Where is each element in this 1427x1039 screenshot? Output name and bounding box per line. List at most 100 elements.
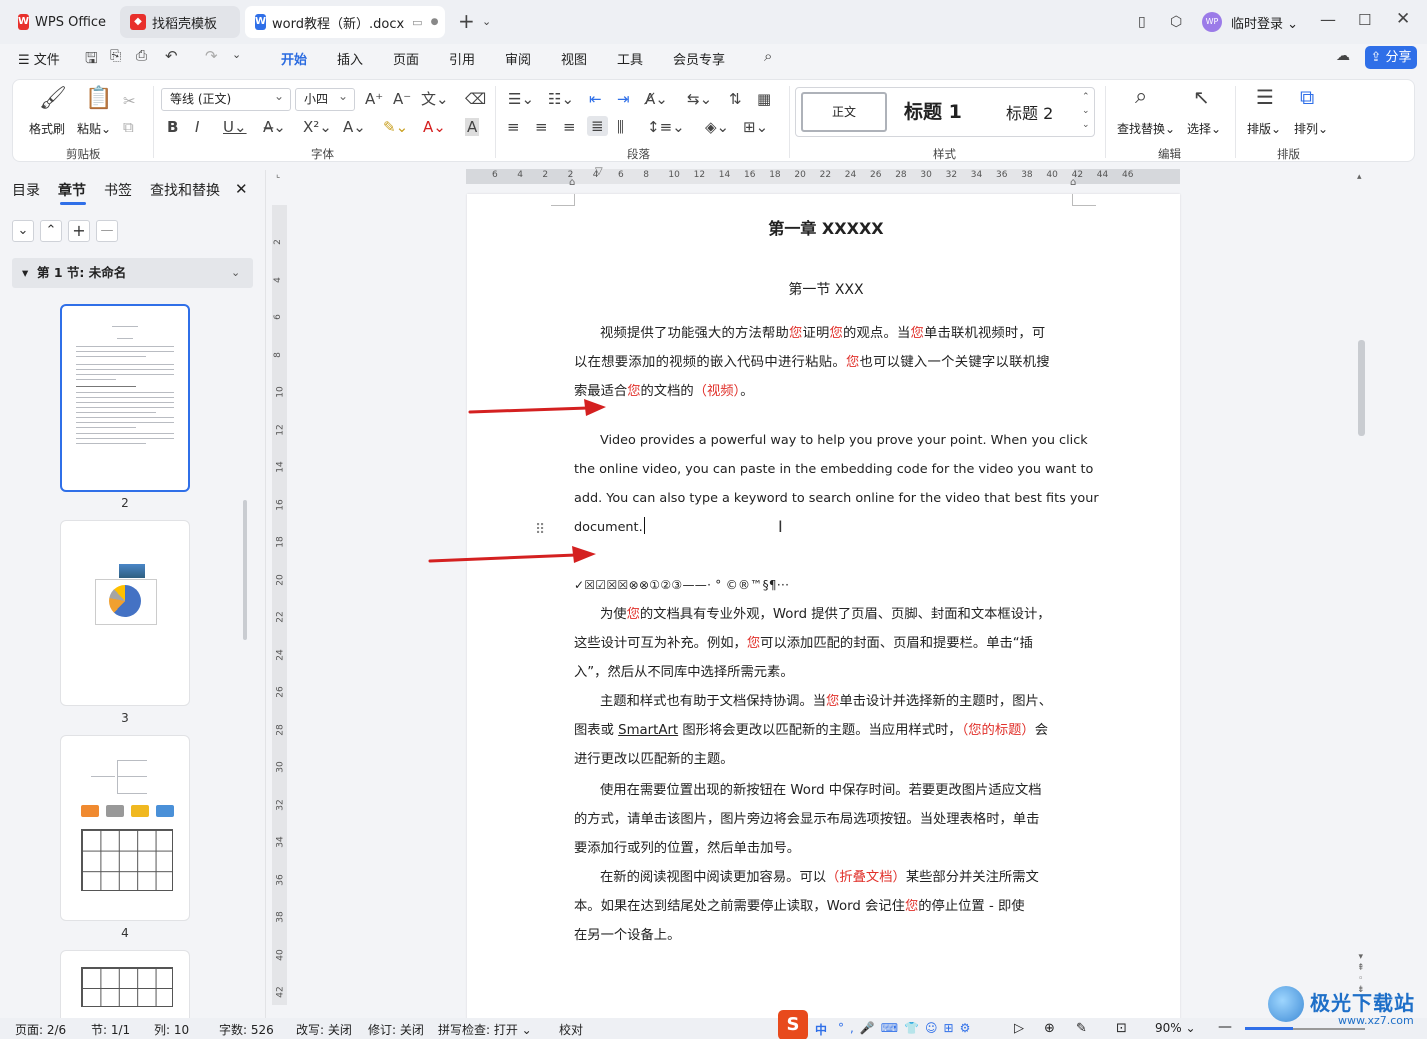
copy-icon[interactable]: ⧉ [123, 118, 134, 136]
tab-toc[interactable]: 目录 [12, 180, 40, 200]
numbered-list-icon[interactable]: ☷⌄ [548, 90, 574, 108]
paragraph-video-cn[interactable]: 视频提供了功能强大的方法帮助您证明您的观点。当您单击联机视频时，可 以在想要添加… [574, 319, 1078, 406]
format-painter-button[interactable]: 格式刷 [29, 120, 65, 137]
section-chevron-icon[interactable]: ⌄ [231, 266, 240, 279]
remove-section-icon[interactable]: — [96, 220, 118, 242]
layout-button[interactable]: 排版⌄ [1247, 120, 1281, 137]
document-scrollbar-thumb[interactable] [1358, 340, 1365, 436]
justify-icon[interactable]: ≣ [587, 116, 608, 136]
grow-font-icon[interactable]: A⁺ [365, 90, 383, 108]
zoom-out-icon[interactable]: — [1218, 1019, 1232, 1035]
horizontal-ruler[interactable]: 6 4 2 2 4 6 8 10 12 14 16 18 20 22 24 26 28 30 32 34 36 38 40 4… [466, 166, 1180, 188]
find-replace-button[interactable]: 查找替换⌄ [1117, 120, 1175, 137]
distributed-icon[interactable]: ⫼ [617, 118, 624, 136]
quick-access-chevron-icon[interactable]: ⌄ [232, 48, 241, 61]
close-pane-icon[interactable]: ✕ [235, 180, 248, 198]
maximize-button[interactable]: ☐ [1358, 10, 1371, 30]
new-tab-button[interactable]: + [458, 11, 475, 31]
tab-member[interactable]: 会员专享 [673, 49, 725, 68]
print-preview-icon[interactable]: ⎙ [136, 48, 147, 64]
gallery-scroll-icon[interactable]: ⌃ ⌄ ⌄ [1082, 90, 1090, 132]
scroll-up-icon[interactable]: ▴ [1357, 172, 1362, 182]
italic-icon[interactable]: I [195, 118, 199, 136]
align-left-icon[interactable]: ≡ [507, 118, 520, 136]
tab-page[interactable]: 页面 [393, 49, 419, 68]
ime-toolbar-icons[interactable]: °,🎤⌨👕☺⊞⚙ [838, 1021, 976, 1035]
layout-icon[interactable]: ▯ [1138, 12, 1146, 32]
underline-icon[interactable]: U⌄ [223, 118, 247, 136]
bold-icon[interactable]: B [167, 118, 178, 136]
borders-icon[interactable]: ⊞⌄ [743, 118, 768, 136]
paragraph-buttons[interactable]: 使用在需要位置出现的新按钮在 Word 中保存时间。若要更改图片适应文档 的方式… [574, 776, 1078, 863]
align-center-icon[interactable]: ≡ [535, 118, 548, 136]
brush-icon[interactable]: ✎ [1076, 1021, 1087, 1036]
page-thumbnail-3[interactable] [60, 520, 190, 706]
tab-review[interactable]: 审阅 [505, 49, 531, 68]
arrange-button[interactable]: 排列⌄ [1294, 120, 1328, 137]
sort-icon[interactable]: ⇅ [729, 90, 742, 108]
style-heading-2[interactable]: 标题 2 [1006, 100, 1053, 124]
ime-mode[interactable]: 中 [815, 1021, 827, 1038]
paragraph-reading[interactable]: 在新的阅读视图中阅读更加容易。可以（折叠文档）某些部分并关注所需文 本。如果在达… [574, 863, 1078, 950]
font-color-icon[interactable]: A⌄ [423, 118, 446, 136]
font-name-select[interactable]: 等线 (正文) [161, 86, 291, 111]
page-thumbnail-4[interactable] [60, 735, 190, 921]
fit-page-icon[interactable]: ⊡ [1116, 1021, 1127, 1036]
section-header[interactable]: ▾ 第 1 节: 未命名 [12, 258, 253, 288]
spell-check-status[interactable]: 拼写检查: 打开 ⌄ [438, 1021, 532, 1038]
column-indicator[interactable]: 列: 10 [154, 1021, 189, 1038]
cube-icon[interactable]: ⬡ [1170, 12, 1182, 32]
chinese-layout-icon[interactable]: A̸⌄ [645, 90, 668, 108]
cut-icon[interactable]: ✂ [123, 92, 136, 110]
pane-scrollbar[interactable] [243, 500, 247, 640]
tab-insert[interactable]: 插入 [337, 49, 363, 68]
word-count[interactable]: 字数: 526 [219, 1021, 274, 1038]
symbols-line[interactable]: ✓☒☑☒☒⊗⊗①②③——· ° ©®™§¶··· [574, 571, 1078, 600]
page-thumbnail-2[interactable] [60, 304, 190, 492]
align-right-icon[interactable]: ≡ [563, 118, 576, 136]
shading-icon[interactable]: ◈⌄ [705, 118, 729, 136]
page-thumbnail-5[interactable] [60, 950, 190, 1018]
add-section-icon[interactable]: + [68, 220, 90, 242]
ruler-corner-icon[interactable]: ⌞ [276, 170, 280, 180]
phonetic-icon[interactable]: 文⌄ [421, 90, 449, 108]
tab-view[interactable]: 视图 [561, 49, 587, 68]
close-window-button[interactable]: ✕ [1396, 9, 1410, 29]
section-indicator[interactable]: 节: 1/1 [91, 1021, 130, 1038]
char-shading-icon[interactable]: A [465, 118, 480, 136]
shrink-font-icon[interactable]: A⁻ [393, 90, 411, 108]
bullet-list-icon[interactable]: ☰⌄ [508, 90, 534, 108]
clear-format-icon[interactable]: ⌫ [465, 90, 486, 108]
save-icon[interactable]: 🖫 [85, 48, 98, 73]
strikethrough-icon[interactable]: A̶⌄ [263, 118, 286, 136]
share-button[interactable]: ⇪ 分享 [1365, 46, 1417, 69]
redo-icon[interactable]: ↷ [205, 47, 218, 65]
tab-bookmarks[interactable]: 书签 [104, 180, 132, 200]
globe-icon[interactable]: ⊕ [1044, 1021, 1055, 1036]
search-icon[interactable]: ⌕ [764, 47, 772, 65]
sogou-ime-icon[interactable]: S [778, 1010, 808, 1039]
superscript-icon[interactable]: X²⌄ [303, 118, 332, 136]
cloud-icon[interactable]: ☁ [1336, 48, 1350, 64]
tab-home[interactable]: 开始 [281, 49, 307, 68]
login-button[interactable]: 临时登录 ⌄ [1231, 13, 1298, 32]
tab-wps-office[interactable]: W WPS Office [8, 6, 112, 38]
font-size-select[interactable]: 小四 [295, 86, 355, 111]
proofread-button[interactable]: 校对 [559, 1021, 583, 1038]
tab-document[interactable]: W word教程（新）.docx ▭ ● [245, 6, 445, 38]
tab-tools[interactable]: 工具 [617, 49, 643, 68]
export-icon[interactable]: ⎘ [110, 48, 121, 64]
chapter-heading[interactable]: 第一章 XXXXX [574, 218, 1078, 240]
style-heading-1[interactable]: 标题 1 [904, 97, 962, 124]
increase-indent-icon[interactable]: ⇥ [617, 90, 630, 108]
tab-docer[interactable]: ◆ 找稻壳模板 [120, 6, 240, 38]
chevron-down-icon[interactable]: ⌄ [12, 220, 34, 242]
select-button[interactable]: 选择⌄ [1187, 120, 1221, 137]
show-marks-icon[interactable]: ▦ [757, 90, 771, 108]
highlight-icon[interactable]: ✎⌄ [383, 118, 408, 136]
zoom-level[interactable]: 90% ⌄ [1155, 1021, 1196, 1035]
paragraph-video-en[interactable]: Video provides a powerful way to help yo… [574, 426, 1099, 542]
file-menu[interactable]: ☰ 文件 [18, 49, 60, 68]
style-normal[interactable]: 正文 [801, 92, 887, 132]
vertical-ruler[interactable]: 2 4 6 8 10 12 14 16 18 20 22 24 26 28 30 32 34 36 38 40 42 [272, 205, 287, 1005]
